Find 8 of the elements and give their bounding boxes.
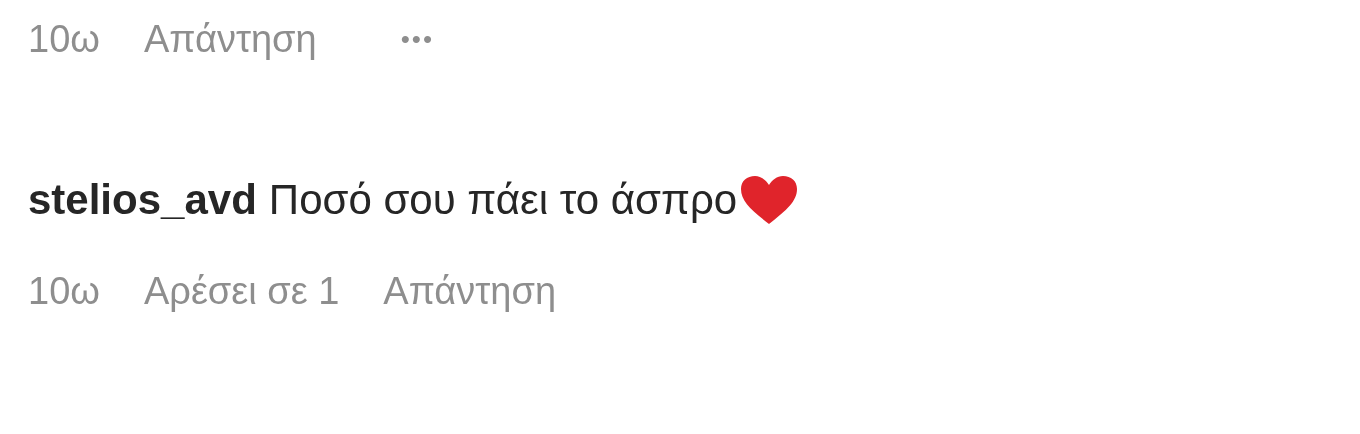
more-button[interactable]: ••• (400, 14, 434, 64)
comment-time: 10ω (28, 269, 100, 314)
reply-link[interactable]: Απάντηση (383, 266, 557, 316)
comment-time: 10ω (28, 17, 100, 62)
username[interactable]: stelios_avd (28, 174, 257, 226)
comment-text: Ποσό σου πάει το άσπρο (268, 175, 738, 225)
likes-count[interactable]: Αρέσει σε 1 (143, 266, 340, 316)
reply-link[interactable]: Απάντηση (143, 14, 317, 64)
